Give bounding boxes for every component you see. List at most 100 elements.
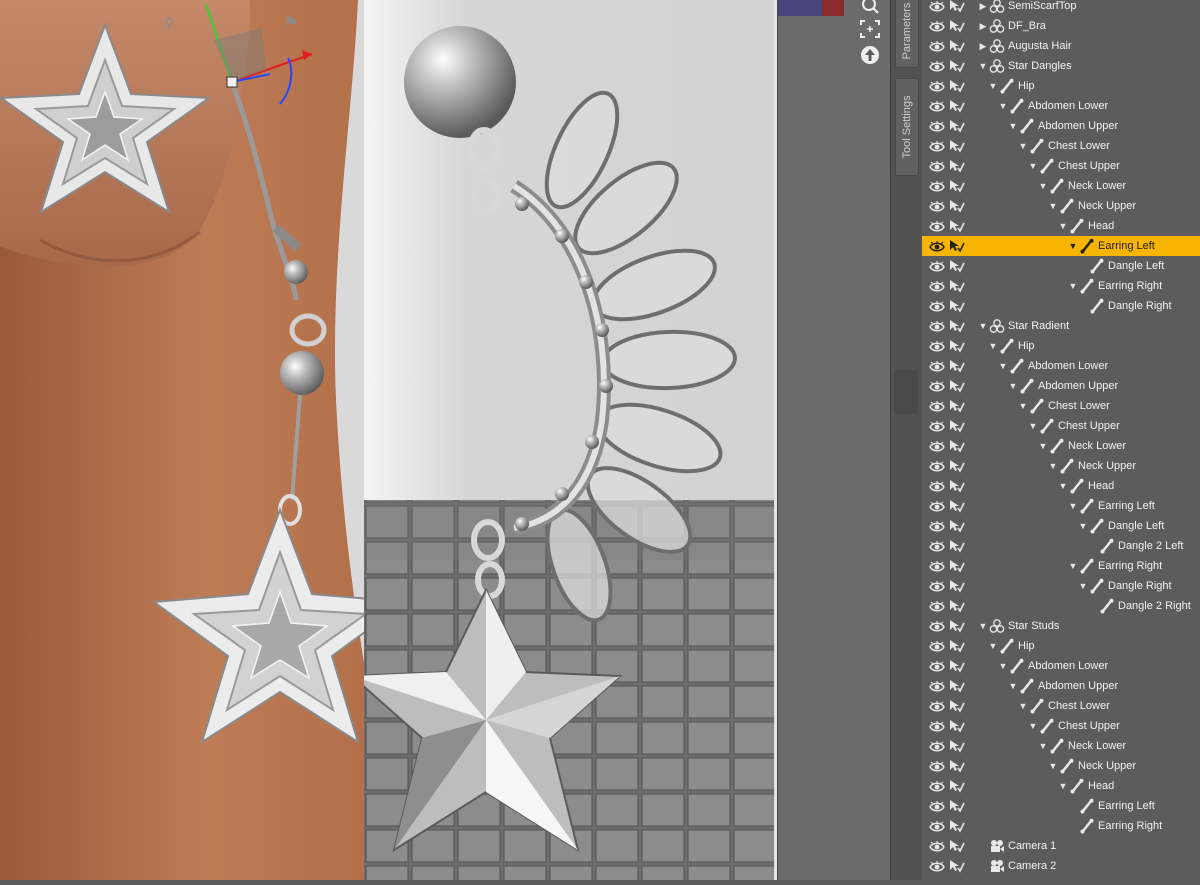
scene-tree-row[interactable]: ▼ Earring Right [922, 556, 1200, 576]
scene-tree-row[interactable]: ▼ Chest Upper [922, 156, 1200, 176]
select-arrow-icon[interactable] [949, 159, 965, 173]
scene-tree-row[interactable]: ▶ SemiScarfTop [922, 0, 1200, 16]
scene-tree-row[interactable]: Dangle 2 Right [922, 596, 1200, 616]
eye-icon[interactable] [929, 840, 945, 852]
eye-icon[interactable] [929, 680, 945, 692]
expand-arrow-icon[interactable]: ▼ [978, 616, 988, 636]
eye-icon[interactable] [929, 220, 945, 232]
viewport-right[interactable] [364, 0, 774, 880]
expand-arrow-icon[interactable]: ▼ [988, 76, 998, 96]
tab-parameters[interactable]: Parameters [895, 0, 919, 68]
select-arrow-icon[interactable] [949, 619, 965, 633]
expand-arrow-icon[interactable]: ▼ [1028, 156, 1038, 176]
scene-tree-row[interactable]: ▼ Neck Upper [922, 456, 1200, 476]
select-arrow-icon[interactable] [949, 779, 965, 793]
select-arrow-icon[interactable] [949, 239, 965, 253]
eye-icon[interactable] [929, 700, 945, 712]
select-arrow-icon[interactable] [949, 19, 965, 33]
select-arrow-icon[interactable] [949, 299, 965, 313]
expand-arrow-icon[interactable]: ▼ [1058, 216, 1068, 236]
expand-arrow-icon[interactable]: ▼ [1048, 756, 1058, 776]
scene-tree-row[interactable]: ▼ Chest Upper [922, 716, 1200, 736]
select-arrow-icon[interactable] [949, 179, 965, 193]
scene-tree-row[interactable]: ▼ Abdomen Upper [922, 116, 1200, 136]
expand-arrow-icon[interactable]: ▼ [1028, 416, 1038, 436]
eye-icon[interactable] [929, 100, 945, 112]
scene-tree-row[interactable]: ▼ Earring Right [922, 276, 1200, 296]
eye-icon[interactable] [929, 460, 945, 472]
select-arrow-icon[interactable] [949, 539, 965, 553]
eye-icon[interactable] [929, 60, 945, 72]
scene-tree-row[interactable]: ▼ Neck Upper [922, 756, 1200, 776]
scene-tree-row[interactable]: Dangle Left [922, 256, 1200, 276]
scene-tree-row[interactable]: ▼ Abdomen Lower [922, 96, 1200, 116]
scene-tree-row[interactable]: Dangle Right [922, 296, 1200, 316]
select-arrow-icon[interactable] [949, 499, 965, 513]
scene-tree-row[interactable]: ▼ Dangle Left [922, 516, 1200, 536]
eye-icon[interactable] [929, 640, 945, 652]
select-arrow-icon[interactable] [949, 359, 965, 373]
scene-tree-row[interactable]: ▼ Hip [922, 76, 1200, 96]
eye-icon[interactable] [929, 200, 945, 212]
scene-tree-row[interactable]: ▼ Star Studs [922, 616, 1200, 636]
scene-tree-row[interactable]: ▼ Dangle Right [922, 576, 1200, 596]
scene-tree-row[interactable]: ▼ Abdomen Upper [922, 376, 1200, 396]
expand-arrow-icon[interactable]: ▼ [998, 356, 1008, 376]
scene-tree-row[interactable]: ▼ Earring Left [922, 236, 1200, 256]
eye-icon[interactable] [929, 240, 945, 252]
eye-icon[interactable] [929, 520, 945, 532]
scene-tree-row[interactable]: ▼ Hip [922, 336, 1200, 356]
expand-arrow-icon[interactable]: ▼ [988, 336, 998, 356]
select-arrow-icon[interactable] [949, 199, 965, 213]
expand-arrow-icon[interactable]: ▼ [998, 656, 1008, 676]
select-arrow-icon[interactable] [949, 139, 965, 153]
orbit-icon[interactable] [858, 44, 882, 66]
scene-tree-row[interactable]: ▼ Star Dangles [922, 56, 1200, 76]
expand-arrow-icon[interactable]: ▼ [1008, 116, 1018, 136]
scene-tree-row[interactable]: ▼ Chest Lower [922, 696, 1200, 716]
select-arrow-icon[interactable] [949, 39, 965, 53]
select-arrow-icon[interactable] [949, 259, 965, 273]
select-arrow-icon[interactable] [949, 719, 965, 733]
scene-tree-row[interactable]: ▼ Neck Lower [922, 176, 1200, 196]
select-arrow-icon[interactable] [949, 219, 965, 233]
select-arrow-icon[interactable] [949, 819, 965, 833]
eye-icon[interactable] [929, 500, 945, 512]
select-arrow-icon[interactable] [949, 859, 965, 873]
eye-icon[interactable] [929, 580, 945, 592]
scene-tree-row[interactable]: ▼ Chest Upper [922, 416, 1200, 436]
expand-arrow-icon[interactable]: ▼ [1068, 276, 1078, 296]
scene-tree-row[interactable]: Camera 2 [922, 856, 1200, 876]
eye-icon[interactable] [929, 300, 945, 312]
scene-tree-row[interactable]: ▼ Neck Lower [922, 736, 1200, 756]
expand-arrow-icon[interactable]: ▼ [1068, 496, 1078, 516]
select-arrow-icon[interactable] [949, 739, 965, 753]
scene-tree-row[interactable]: Dangle 2 Left [922, 536, 1200, 556]
select-arrow-icon[interactable] [949, 519, 965, 533]
scene-tree-row[interactable]: Earring Left [922, 796, 1200, 816]
expand-arrow-icon[interactable]: ▼ [998, 96, 1008, 116]
eye-icon[interactable] [929, 160, 945, 172]
eye-icon[interactable] [929, 20, 945, 32]
collapse-arrow-icon[interactable]: ▶ [978, 16, 988, 36]
select-arrow-icon[interactable] [949, 659, 965, 673]
eye-icon[interactable] [929, 140, 945, 152]
scene-tree-row[interactable]: ▼ Chest Lower [922, 396, 1200, 416]
expand-arrow-icon[interactable]: ▼ [1048, 196, 1058, 216]
eye-icon[interactable] [929, 400, 945, 412]
expand-arrow-icon[interactable]: ▼ [978, 56, 988, 76]
select-arrow-icon[interactable] [949, 399, 965, 413]
select-arrow-icon[interactable] [949, 439, 965, 453]
eye-icon[interactable] [929, 180, 945, 192]
scene-tree-row[interactable]: ▼ Chest Lower [922, 136, 1200, 156]
eye-icon[interactable] [929, 380, 945, 392]
scene-tree-row[interactable]: ▼ Earring Left [922, 496, 1200, 516]
expand-arrow-icon[interactable]: ▼ [988, 636, 998, 656]
expand-arrow-icon[interactable]: ▼ [978, 316, 988, 336]
eye-icon[interactable] [929, 760, 945, 772]
select-arrow-icon[interactable] [949, 79, 965, 93]
collapse-arrow-icon[interactable]: ▶ [978, 0, 988, 16]
scene-tree-row[interactable]: Earring Right [922, 816, 1200, 836]
expand-arrow-icon[interactable]: ▼ [1078, 576, 1088, 596]
select-arrow-icon[interactable] [949, 459, 965, 473]
